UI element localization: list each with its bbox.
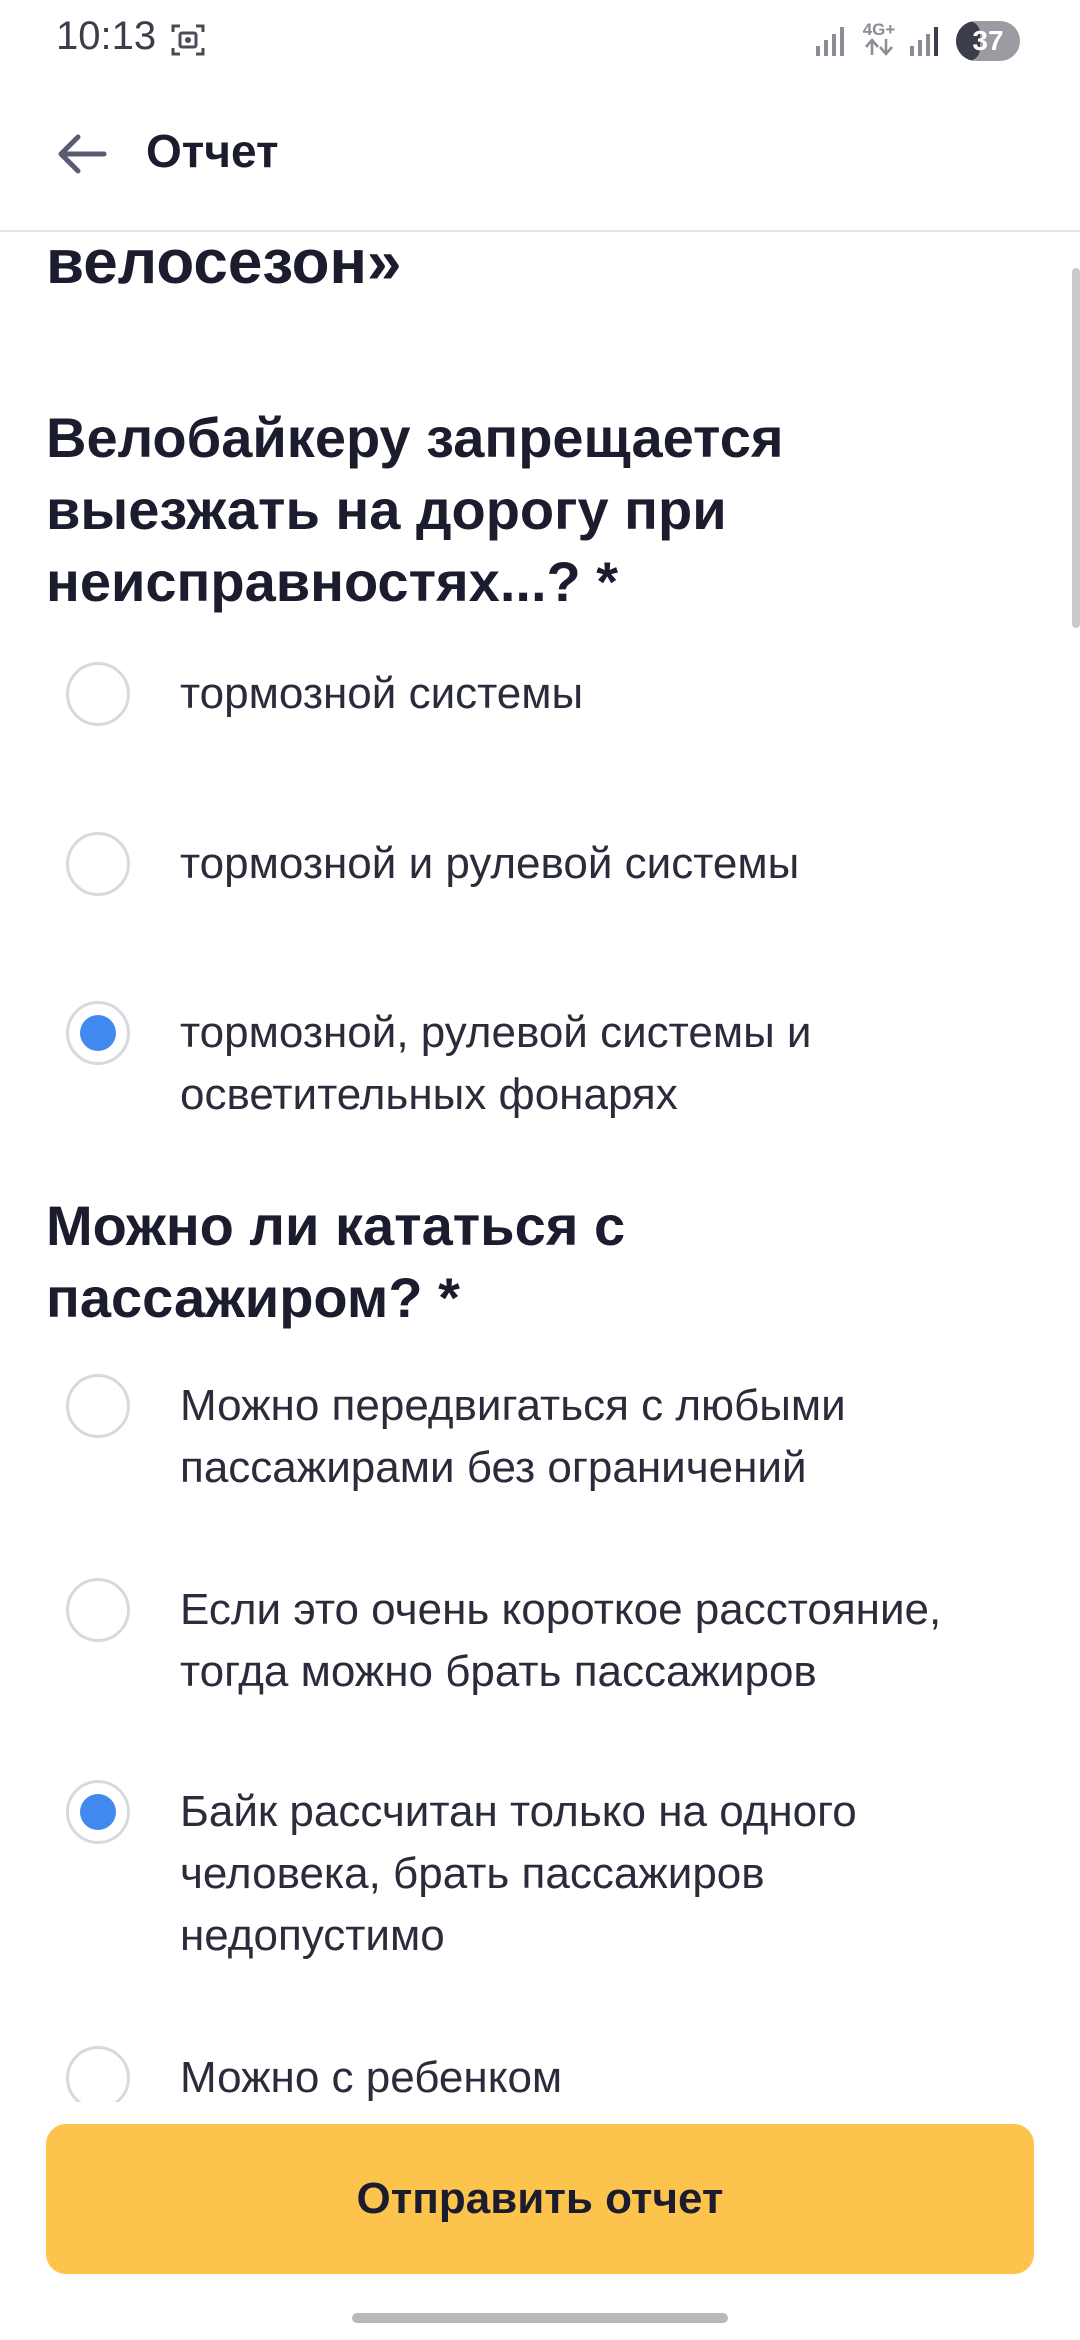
data-arrows-icon: [865, 38, 893, 56]
network-indicator: 4G+: [862, 21, 896, 61]
option-q1-3[interactable]: тормозной, рулевой системы и осветительн…: [66, 1001, 1026, 1126]
radio-button[interactable]: [66, 1374, 130, 1438]
option-label: тормозной системы: [180, 669, 584, 718]
radio-button-selected[interactable]: [66, 1780, 130, 1844]
status-indicators: 4G+ 37: [816, 18, 1020, 64]
question-2: Можно ли кататься с пассажиром? *: [46, 1194, 626, 1329]
radio-button[interactable]: [66, 2046, 130, 2102]
option-q1-1[interactable]: тормозной системы: [66, 662, 1026, 726]
form-content: заданию «Безопасный велосезон» Велобайке…: [0, 232, 1080, 2102]
option-q2-4[interactable]: Можно с ребенком: [66, 2046, 1026, 2102]
arrow-left-icon: [58, 134, 107, 174]
radio-button[interactable]: [66, 662, 130, 726]
option-q2-2[interactable]: Если это очень короткое расстояние, тогд…: [66, 1578, 1026, 1703]
screenshot-icon: [170, 22, 206, 58]
signal-icon-2: [910, 26, 942, 56]
app-bar: Отчет: [0, 80, 1080, 232]
option-q2-1[interactable]: Можно передвигаться с любыми пассажирами…: [66, 1374, 1026, 1499]
option-label: тормозной, рулевой системы и осветительн…: [180, 1008, 812, 1119]
battery-level: 37: [972, 25, 1004, 56]
network-label: 4G+: [862, 20, 896, 39]
option-label: Можно передвигаться с любыми пассажирами…: [180, 1381, 846, 1492]
option-q1-2[interactable]: тормозной и рулевой системы: [66, 832, 1026, 896]
radio-button[interactable]: [66, 1578, 130, 1642]
radio-button-selected[interactable]: [66, 1001, 130, 1065]
option-label: Байк рассчитан только на одного человека…: [180, 1787, 857, 1960]
option-label: Если это очень короткое расстояние, тогд…: [180, 1585, 942, 1696]
form-title: заданию «Безопасный велосезон»: [46, 232, 402, 297]
status-bar: 10:13 4G+ 37: [0, 0, 1080, 80]
submit-report-button[interactable]: Отправить отчет: [46, 2124, 1034, 2274]
screen: 10:13 4G+ 37 Отчет велосезон» Велобайкер…: [0, 0, 1080, 2340]
status-time: 10:13: [56, 14, 157, 58]
radio-button[interactable]: [66, 832, 130, 896]
option-label: тормозной и рулевой системы: [180, 839, 800, 888]
home-indicator[interactable]: [352, 2313, 728, 2323]
question-1: Велобайкеру запрещается выезжать на доро…: [46, 406, 784, 613]
back-button[interactable]: [44, 116, 120, 192]
option-label: Можно с ребенком: [180, 2053, 563, 2102]
battery-icon: 37: [956, 21, 1020, 61]
page-title: Отчет: [146, 125, 279, 177]
option-q2-3[interactable]: Байк рассчитан только на одного человека…: [66, 1780, 1026, 1967]
signal-icon: [816, 26, 848, 56]
scrollbar[interactable]: [1072, 268, 1080, 628]
